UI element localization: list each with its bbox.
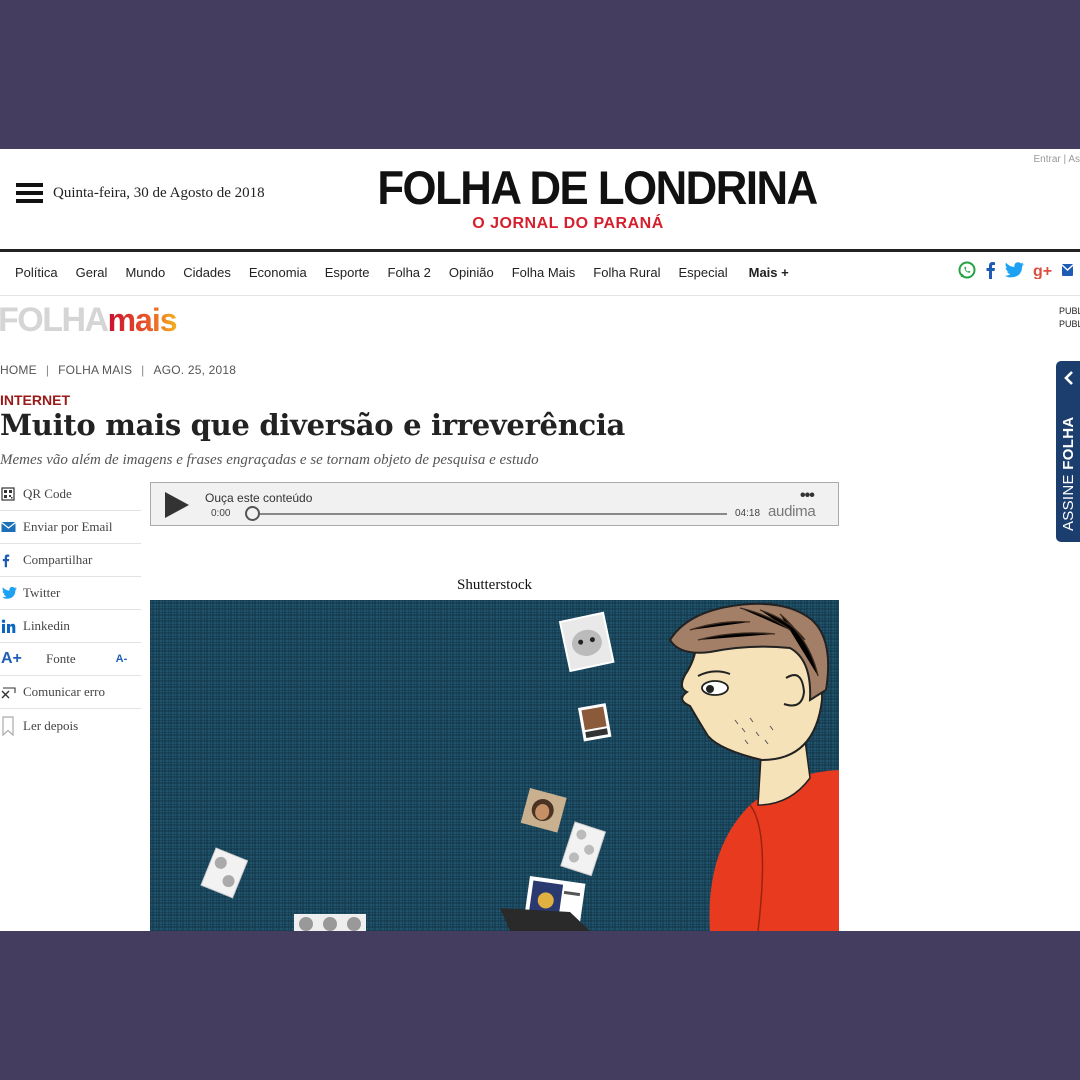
player-current-time: 0:00 <box>211 508 231 519</box>
breadcrumb-home[interactable]: HOME <box>0 363 37 377</box>
section-logo-folha-mais[interactable]: FOLHAmais <box>0 302 178 338</box>
meme-card <box>558 611 615 673</box>
font-label: Fonte <box>46 651 76 666</box>
google-plus-icon[interactable]: g+ <box>1033 261 1053 279</box>
linkedin-icon <box>1 619 23 634</box>
ad-labels: PUBL PUBL <box>1059 306 1080 329</box>
header-divider <box>0 249 1080 252</box>
nav-item-folha-rural[interactable]: Folha Rural <box>593 265 660 280</box>
player-title: Ouça este conteúdo <box>205 491 313 505</box>
subscribe-label: ASSINE FOLHA <box>1060 416 1077 531</box>
facebook-share-button[interactable]: Compartilhar <box>0 544 141 577</box>
envelope-icon <box>1 521 23 533</box>
read-later-button[interactable]: Ler depois <box>0 709 141 742</box>
player-seek-handle[interactable] <box>245 506 260 521</box>
breadcrumb-date: AGO. 25, 2018 <box>153 363 237 377</box>
login-links[interactable]: Entrar | As <box>1033 154 1080 165</box>
whatsapp-icon[interactable] <box>958 261 976 279</box>
nav-item-especial[interactable]: Especial <box>678 265 727 280</box>
breadcrumb: HOME | FOLHA MAIS | AGO. 25, 2018 <box>0 363 237 377</box>
nav-item-mundo[interactable]: Mundo <box>125 265 165 280</box>
masthead-tagline: O JORNAL DO PARANÁ <box>472 215 664 232</box>
nav-item-politica[interactable]: Política <box>15 265 58 280</box>
linkedin-share-label: Linkedin <box>23 618 70 633</box>
nav-item-geral[interactable]: Geral <box>76 265 108 280</box>
font-increase-button[interactable]: A+ <box>1 650 46 668</box>
facebook-icon[interactable] <box>984 261 996 279</box>
subscribe-tab[interactable]: ASSINE FOLHA <box>1056 361 1080 542</box>
audima-logo: audima <box>768 503 816 520</box>
svg-text:g+: g+ <box>1033 263 1052 279</box>
twitter-icon[interactable] <box>1004 261 1025 279</box>
header-date: Quinta-feira, 30 de Agosto de 2018 <box>53 185 265 201</box>
bookmark-icon <box>1 715 23 736</box>
article-tools: QR Code Enviar por Email Compartilhar Tw… <box>0 478 141 742</box>
twitter-icon <box>1 586 23 600</box>
report-error-label: Comunicar erro <box>23 684 105 699</box>
player-duration: 04:18 <box>735 508 761 519</box>
nav-divider <box>0 295 1080 296</box>
twitter-share-label: Twitter <box>23 585 61 600</box>
play-icon[interactable] <box>165 492 189 518</box>
breadcrumb-section[interactable]: FOLHA MAIS <box>58 363 132 377</box>
article-subhead: Memes vão além de imagens e frases engra… <box>0 452 539 468</box>
nav-item-more[interactable]: Mais + <box>749 265 789 280</box>
qr-code-icon <box>1 487 23 501</box>
article-illustration[interactable] <box>150 600 839 931</box>
font-size-control: A+ Fonte A- <box>0 643 141 676</box>
nav-item-opiniao[interactable]: Opinião <box>449 265 494 280</box>
read-later-label: Ler depois <box>23 717 79 733</box>
chevron-left-icon <box>1064 371 1073 385</box>
qr-code-button[interactable]: QR Code <box>0 478 141 511</box>
masthead-title: FOLHA DE LONDRINA <box>377 161 818 214</box>
report-error-icon <box>1 685 23 699</box>
more-options-icon[interactable]: ••• <box>800 487 815 505</box>
nav-item-economia[interactable]: Economia <box>249 265 307 280</box>
facebook-icon <box>1 553 23 568</box>
hamburger-menu-icon[interactable] <box>16 183 43 203</box>
article-kicker: INTERNET <box>0 392 70 408</box>
social-links: g+ <box>958 261 1080 279</box>
nav-item-esporte[interactable]: Esporte <box>325 265 370 280</box>
qr-code-label: QR Code <box>23 486 72 501</box>
image-credit: Shutterstock <box>457 577 532 593</box>
web-page: Entrar | As Quinta-feira, 30 de Agosto d… <box>0 149 1080 931</box>
masthead-logo[interactable]: FOLHA DE LONDRINA O JORNAL DO PARANÁ <box>363 161 818 233</box>
linkedin-share-button[interactable]: Linkedin <box>0 610 141 643</box>
nav-item-folha-2[interactable]: Folha 2 <box>388 265 431 280</box>
email-icon[interactable] <box>1061 261 1073 279</box>
meme-card <box>578 703 612 742</box>
nav-item-folha-mais[interactable]: Folha Mais <box>512 265 576 280</box>
nav-item-cidades[interactable]: Cidades <box>183 265 231 280</box>
meme-card <box>294 914 366 931</box>
twitter-share-button[interactable]: Twitter <box>0 577 141 610</box>
report-error-button[interactable]: Comunicar erro <box>0 676 141 709</box>
email-share-button[interactable]: Enviar por Email <box>0 511 141 544</box>
email-share-label: Enviar por Email <box>23 519 113 534</box>
audio-player: Ouça este conteúdo 0:00 04:18 audima ••• <box>150 482 839 526</box>
main-nav: Política Geral Mundo Cidades Economia Es… <box>15 265 807 280</box>
article-headline: Muito mais que diversão e irreverência <box>0 408 626 442</box>
facebook-share-label: Compartilhar <box>23 552 93 567</box>
player-progress-track[interactable] <box>251 513 727 515</box>
font-decrease-button[interactable]: A- <box>116 653 128 665</box>
